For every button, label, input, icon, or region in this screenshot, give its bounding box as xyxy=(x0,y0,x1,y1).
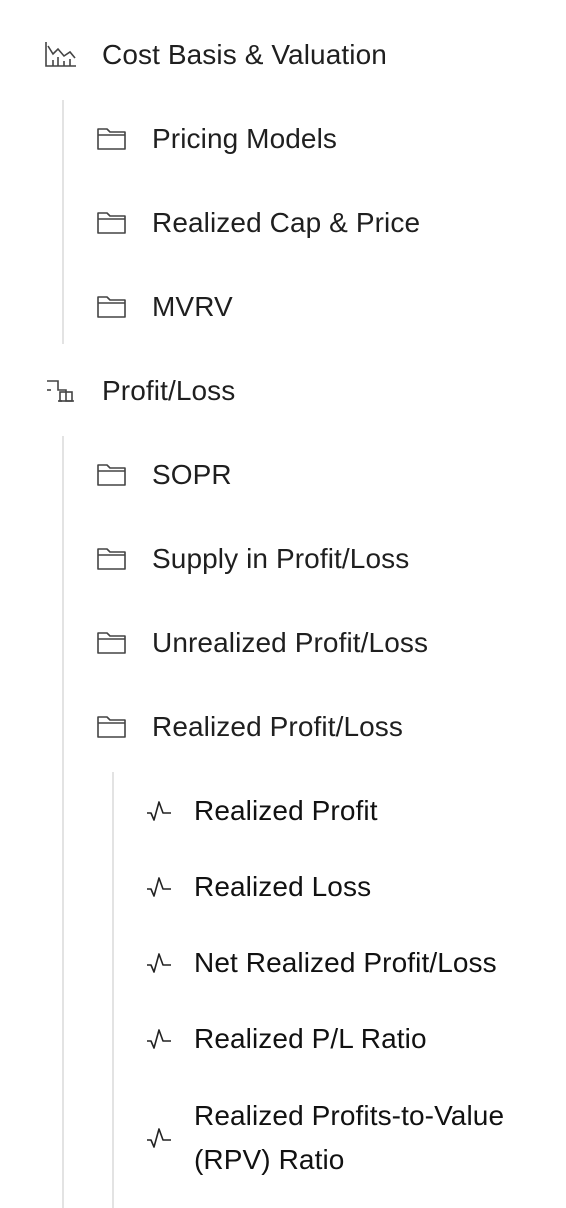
nav-folder-pricing-models[interactable]: Pricing Models xyxy=(92,113,542,165)
nav-folder-mvrv[interactable]: MVRV xyxy=(92,281,542,333)
nav-metric-label: Realized Loss xyxy=(194,871,372,902)
folder-icon xyxy=(92,125,132,153)
nav-metric-realized-profit[interactable]: Realized Profit xyxy=(142,785,552,837)
nav-folder-label: Realized Profit/Loss xyxy=(152,711,404,742)
nav-section-label: Cost Basis & Valuation xyxy=(102,39,387,70)
nav-metric-label: Realized P/L Ratio xyxy=(194,1023,427,1054)
nav-metric-net-realized-profit-loss[interactable]: Net Realized Profit/Loss xyxy=(142,937,552,989)
folder-icon xyxy=(92,209,132,237)
nav-metric-realized-pl-ratio[interactable]: Realized P/L Ratio xyxy=(142,1013,552,1065)
activity-icon xyxy=(142,875,176,899)
folder-icon xyxy=(92,713,132,741)
tree-guide-line xyxy=(62,100,64,344)
nav-metric-realized-loss[interactable]: Realized Loss xyxy=(142,861,552,913)
nav-section-profit-loss[interactable]: Profit/Loss xyxy=(42,365,542,417)
sidebar-nav-tree: Cost Basis & Valuation Pricing Models Re… xyxy=(0,0,566,1208)
nav-metric-label: Realized Profit xyxy=(194,795,378,826)
nav-folder-label: Unrealized Profit/Loss xyxy=(152,627,429,658)
nav-folder-realized-profit-loss[interactable]: Realized Profit/Loss xyxy=(92,701,542,753)
tree-guide-line xyxy=(62,436,64,1208)
steps-icon xyxy=(42,376,80,406)
activity-icon xyxy=(142,799,176,823)
folder-icon xyxy=(92,293,132,321)
nav-folder-supply-in-profit-loss[interactable]: Supply in Profit/Loss xyxy=(92,533,542,585)
nav-folder-unrealized-profit-loss[interactable]: Unrealized Profit/Loss xyxy=(92,617,542,669)
folder-icon xyxy=(92,461,132,489)
tree-guide-line xyxy=(112,772,114,1208)
nav-folder-label: MVRV xyxy=(152,291,233,322)
activity-icon xyxy=(142,951,176,975)
activity-icon xyxy=(142,1027,176,1051)
nav-section-cost-basis[interactable]: Cost Basis & Valuation xyxy=(42,29,542,81)
nav-section-label: Profit/Loss xyxy=(102,375,236,406)
nav-folder-label: Pricing Models xyxy=(152,123,338,154)
nav-folder-label: SOPR xyxy=(152,459,232,490)
nav-metric-rpv-ratio[interactable]: Realized Profits-to-Value (RPV) Ratio xyxy=(142,1094,552,1182)
nav-metric-label: Realized Profits-to-Value (RPV) Ratio xyxy=(194,1100,505,1175)
nav-folder-sopr[interactable]: SOPR xyxy=(92,449,542,501)
nav-folder-realized-cap-price[interactable]: Realized Cap & Price xyxy=(92,197,542,249)
folder-icon xyxy=(92,545,132,573)
nav-metric-label: Net Realized Profit/Loss xyxy=(194,947,497,978)
activity-icon xyxy=(142,1126,176,1150)
nav-folder-label: Supply in Profit/Loss xyxy=(152,543,410,574)
chart-icon xyxy=(42,40,80,70)
nav-folder-label: Realized Cap & Price xyxy=(152,207,421,238)
folder-icon xyxy=(92,629,132,657)
